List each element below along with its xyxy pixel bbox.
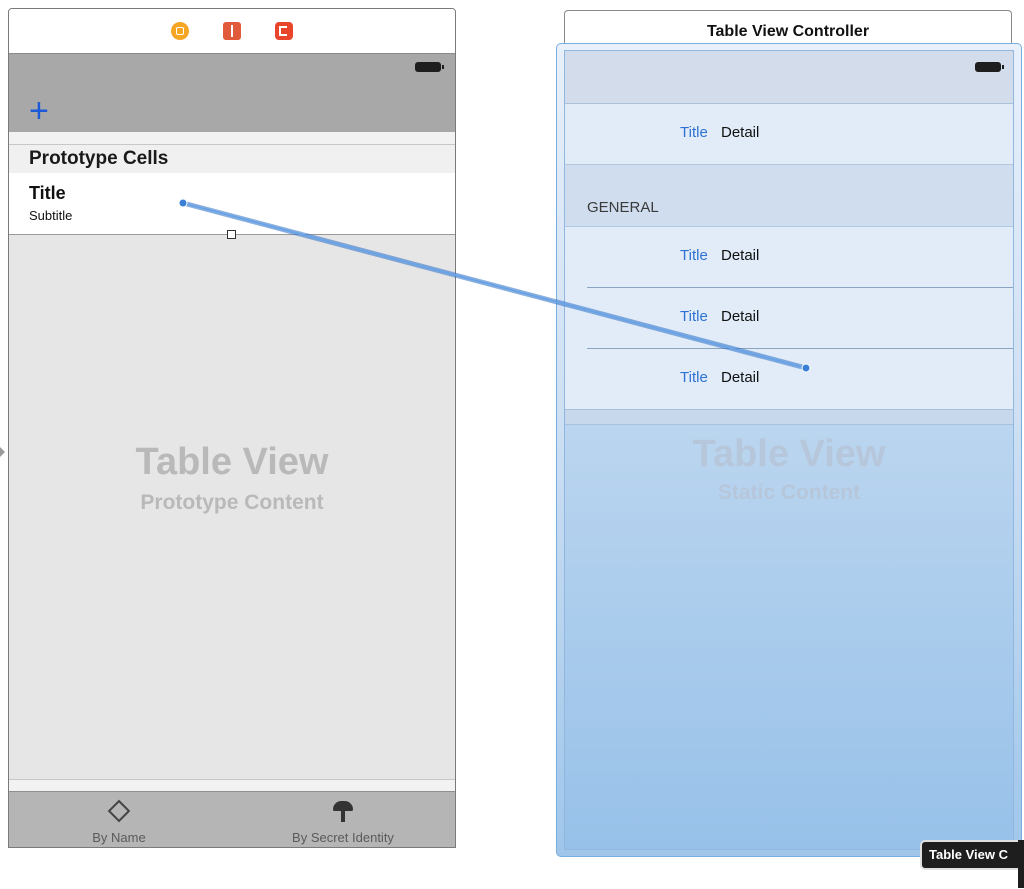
- cell-title: Title: [29, 183, 66, 203]
- static-cell[interactable]: Title Detail: [565, 287, 1013, 348]
- separator-inset: [565, 287, 587, 288]
- static-content-watermark: Static Content: [717, 481, 861, 504]
- tab-label: By Secret Identity: [292, 830, 394, 845]
- cell-detail: Detail: [721, 247, 760, 264]
- cell-detail: Detail: [721, 308, 760, 325]
- add-button[interactable]: +: [29, 94, 49, 128]
- prototype-scene[interactable]: + Prototype Cells Title Subtitle Table V…: [8, 8, 456, 848]
- navigation-bar: +: [9, 54, 455, 132]
- cell-detail: Detail: [721, 369, 760, 386]
- tab-by-secret-identity[interactable]: By Secret Identity: [233, 792, 453, 847]
- cell-title: Title: [680, 124, 708, 141]
- table-view-watermark: Table View: [135, 441, 329, 483]
- first-responder-icon[interactable]: [223, 22, 241, 40]
- table-view[interactable]: Title Detail GENERAL Title Detail Title …: [564, 50, 1014, 850]
- static-table-scene[interactable]: Title Detail GENERAL Title Detail Title …: [556, 43, 1022, 857]
- separator-inset: [565, 348, 587, 349]
- table-top-strip: [9, 132, 455, 145]
- view-controller-icon[interactable]: [171, 22, 189, 40]
- section-label: GENERAL: [587, 199, 659, 216]
- entry-point-arrow-icon: [0, 447, 5, 457]
- battery-icon: [415, 62, 444, 72]
- tab-label: By Name: [92, 830, 146, 845]
- edge-marker: [1018, 840, 1024, 888]
- static-cell[interactable]: Title Detail: [565, 226, 1013, 287]
- resize-handle[interactable]: [227, 230, 236, 239]
- section-header: Prototype Cells: [9, 145, 455, 173]
- scene-dock: [9, 9, 455, 54]
- table-view-watermark: Table View: [692, 433, 886, 475]
- scene-title: Table View Controller: [564, 10, 1012, 46]
- prototype-cell[interactable]: Title Subtitle: [9, 173, 455, 235]
- battery-icon: [975, 62, 1004, 72]
- exit-icon[interactable]: [275, 22, 293, 40]
- prototype-content-watermark: Prototype Content: [140, 491, 324, 514]
- table-bottom-strip: [565, 409, 1013, 425]
- tab-by-name[interactable]: By Name: [9, 792, 229, 847]
- cell-detail: Detail: [721, 124, 760, 141]
- cell-title: Title: [680, 308, 708, 325]
- cell-title: Title: [680, 369, 708, 386]
- tab-bar: By Name By Secret Identity: [9, 791, 455, 847]
- cell-subtitle: Subtitle: [29, 208, 73, 223]
- cell-title: Title: [680, 247, 708, 264]
- static-cell[interactable]: Title Detail: [565, 104, 1013, 165]
- static-cell[interactable]: Title Detail: [565, 348, 1013, 409]
- scene-tooltip: Table View C: [920, 840, 1024, 870]
- secret-identity-icon: [330, 798, 356, 824]
- section-gap: [565, 165, 1013, 225]
- by-name-icon: [106, 798, 132, 824]
- navigation-bar: [565, 51, 1013, 104]
